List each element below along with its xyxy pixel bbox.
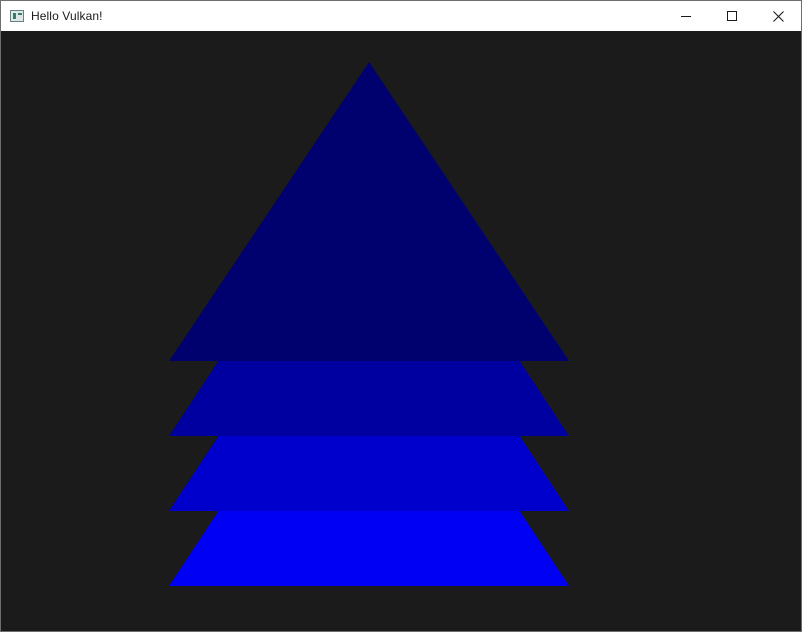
band-2 xyxy=(169,435,569,511)
minimize-button[interactable] xyxy=(663,1,709,31)
app-window-icon xyxy=(10,10,24,22)
scene-canvas xyxy=(169,62,569,586)
close-button[interactable] xyxy=(755,1,801,31)
maximize-icon xyxy=(727,11,737,21)
title-bar[interactable]: Hello Vulkan! xyxy=(1,1,801,31)
minimize-icon xyxy=(681,16,691,17)
app-window: Hello Vulkan! xyxy=(0,0,802,632)
band-1 xyxy=(169,360,569,436)
maximize-button[interactable] xyxy=(709,1,755,31)
close-icon xyxy=(772,10,784,22)
band-3 xyxy=(169,510,569,586)
window-title: Hello Vulkan! xyxy=(31,9,103,23)
window-controls xyxy=(663,1,801,31)
render-viewport[interactable] xyxy=(1,31,801,631)
top-triangle xyxy=(169,62,569,361)
